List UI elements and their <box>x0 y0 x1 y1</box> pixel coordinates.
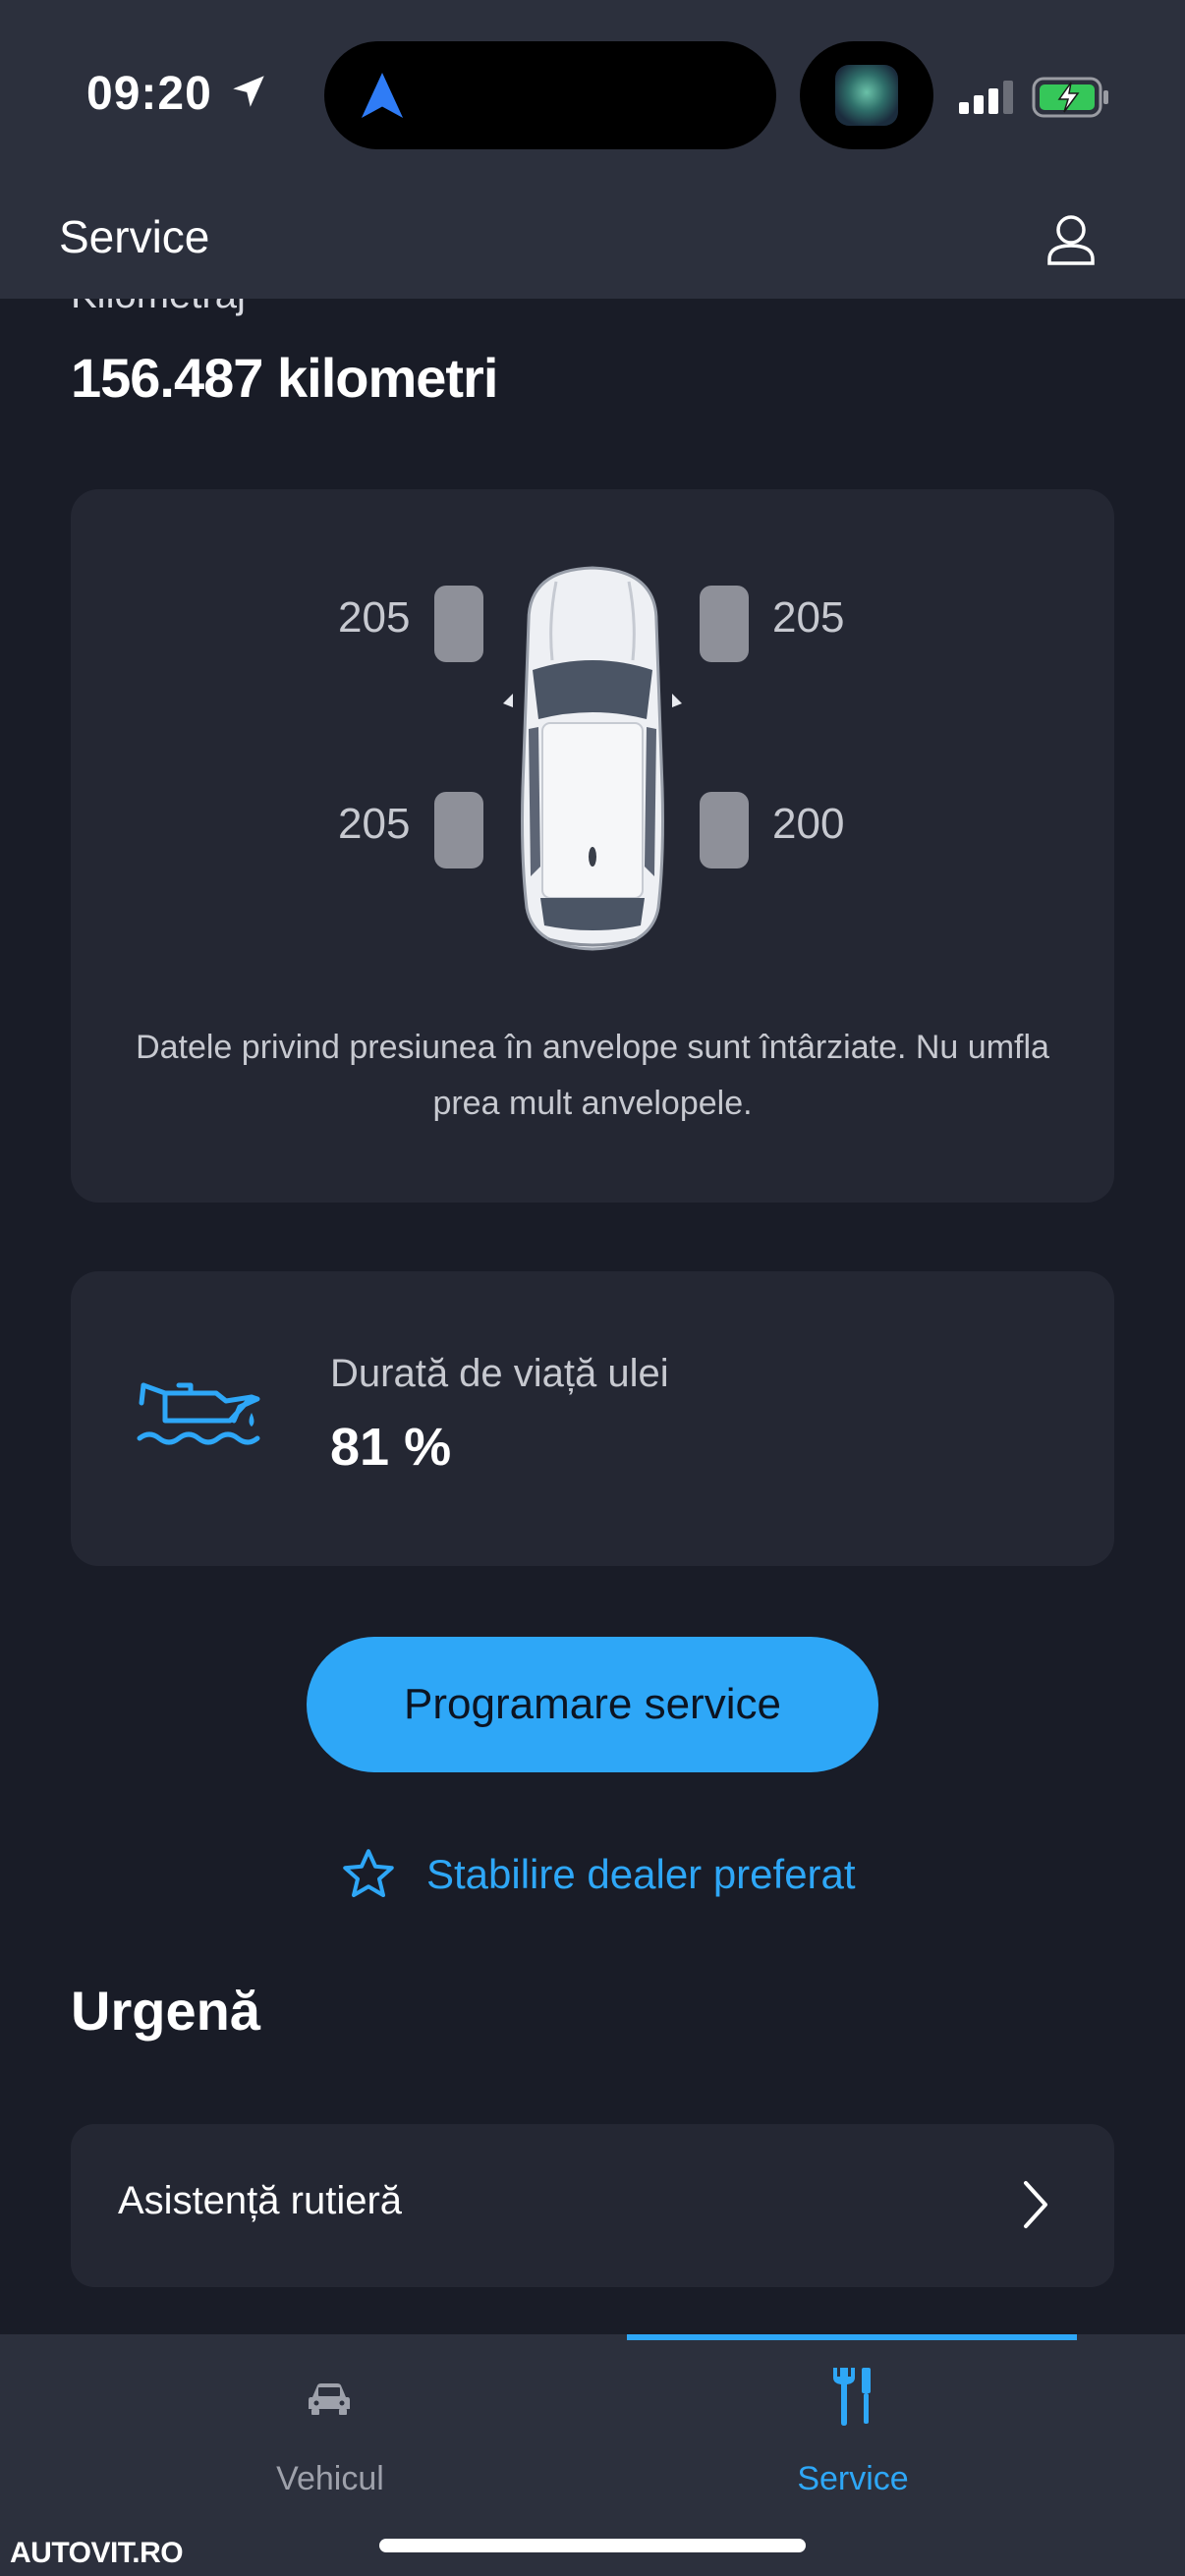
roadside-assistance-row[interactable]: Asistență rutieră <box>71 2124 1114 2287</box>
status-time: 09:20 <box>86 68 212 120</box>
app-thumbnail-icon <box>835 65 898 126</box>
tire-front-right-value: 205 <box>772 593 845 642</box>
oil-life-card: Durată de viață ulei 81 % <box>71 1271 1114 1566</box>
emergency-section-title: Urgenă <box>71 1980 260 2042</box>
set-preferred-dealer-link[interactable]: Stabilire dealer preferat <box>338 1845 856 1904</box>
tools-icon <box>833 2368 871 2426</box>
active-tab-indicator <box>627 2334 1077 2340</box>
car-top-view-icon <box>503 566 682 951</box>
dynamic-island <box>324 41 776 149</box>
watermark-text: AUTOVIT.RO <box>10 2537 184 2569</box>
page-title: Service <box>59 211 210 262</box>
app-header: Service <box>0 196 1185 299</box>
roadside-assistance-label: Asistență rutieră <box>118 2179 403 2222</box>
tire-pressure-card: 205 205 205 200 Datele privind presiunea… <box>71 489 1114 1203</box>
tire-pressure-note: Datele privind presiunea în anvelope sun… <box>136 1029 1049 1122</box>
profile-icon[interactable] <box>1042 204 1100 279</box>
status-bar: 09:20 <box>0 0 1185 196</box>
scroll-content[interactable]: Kilometraj 156.487 kilometri 205 205 205… <box>0 299 1185 2334</box>
location-arrow-icon <box>233 76 264 107</box>
tab-service-label: Service <box>797 2460 909 2497</box>
tire-rear-right <box>700 792 749 868</box>
home-indicator[interactable] <box>379 2539 806 2552</box>
live-activity-thumbnail <box>800 41 933 149</box>
schedule-service-button[interactable]: Programare service <box>307 1637 878 1772</box>
tab-vehicle[interactable]: Vehicul <box>183 2358 478 2497</box>
cellular-signal-icon <box>959 81 1013 114</box>
tab-service[interactable]: Service <box>705 2358 1000 2497</box>
battery-charging-icon <box>1032 77 1108 118</box>
oil-can-icon <box>137 1382 260 1445</box>
car-icon <box>309 2383 350 2415</box>
oil-life-label: Durată de viață ulei <box>330 1352 669 1395</box>
tab-vehicle-label: Vehicul <box>276 2460 384 2497</box>
odometer-label: Kilometraj <box>71 299 246 317</box>
tire-front-left-value: 205 <box>338 593 411 642</box>
tire-front-right <box>700 586 749 662</box>
star-icon <box>343 1849 394 1897</box>
tire-rear-right-value: 200 <box>772 800 845 848</box>
tire-rear-left-value: 205 <box>338 800 411 848</box>
chevron-right-icon <box>1024 2181 1047 2228</box>
odometer-value: 156.487 kilometri <box>71 347 498 409</box>
oil-life-value: 81 % <box>330 1418 452 1477</box>
tire-front-left <box>434 586 483 662</box>
preferred-dealer-label: Stabilire dealer preferat <box>426 1851 856 1897</box>
tire-rear-left <box>434 792 483 868</box>
navigation-arrow-icon <box>361 73 404 118</box>
